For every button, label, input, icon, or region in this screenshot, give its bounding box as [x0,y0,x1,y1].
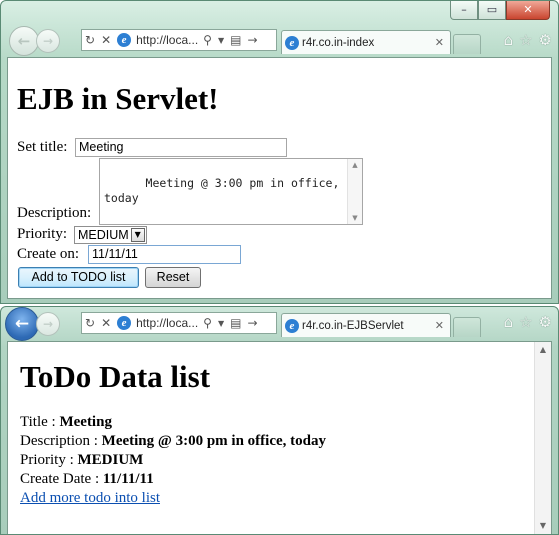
dropdown-icon[interactable]: ▼ [215,36,227,45]
close-icon[interactable]: ✕ [435,36,444,49]
refresh-icon[interactable]: ↻ [82,33,98,47]
scroll-up-icon[interactable]: ▲ [348,159,362,171]
create-date-input[interactable]: 11/11/11 [88,245,241,264]
tab-r4r-ejbservlet[interactable]: e r4r.co.in-EJBServlet ✕ [281,313,451,337]
browser-window-servlet: ← → ↻ ✕ e http://loca... ⚲ ▼ ▤ → e r4r.c… [0,306,559,535]
star-icon[interactable]: ☆ [519,313,532,331]
go-icon[interactable]: → [244,33,260,47]
gear-icon[interactable]: ⚙ [539,31,552,49]
new-tab-button[interactable] [453,317,481,337]
tab-title: r4r.co.in-index [302,36,375,49]
toolbar-icons: ⌂ ☆ ⚙ [504,313,552,331]
star-icon[interactable]: ☆ [519,31,532,49]
todo-priority-label: Priority : [20,452,78,468]
gear-icon[interactable]: ⚙ [539,313,552,331]
add-to-todo-button[interactable]: Add to TODO list [18,267,139,288]
todo-date-label: Create Date : [20,471,103,487]
compat-icon[interactable]: ▤ [227,33,244,47]
priority-select[interactable]: MEDIUM ▼ [74,226,147,244]
close-window-button[interactable]: ✕ [506,1,550,20]
todo-description-row: Description : Meeting @ 3:00 pm in offic… [20,432,326,451]
address-url[interactable]: http://loca... [134,33,200,47]
nav-buttons: ← → [9,26,60,56]
add-more-todo-link[interactable]: Add more todo into list [20,490,160,506]
description-textarea[interactable]: Meeting @ 3:00 pm in office, today ▲ ▼ [99,158,363,225]
page-title: EJB in Servlet! [17,81,219,116]
chevron-down-icon[interactable]: ▼ [130,228,145,242]
create-on-label: Create on: [17,246,80,262]
page-content-servlet: ToDo Data list Title : Meeting Descripti… [7,341,552,534]
address-bar[interactable]: ↻ ✕ e http://loca... ⚲ ▼ ▤ → [81,312,277,334]
forward-arrow-icon[interactable]: → [36,29,60,53]
set-title-label: Set title: [17,139,68,155]
go-icon[interactable]: → [244,316,260,330]
stop-icon[interactable]: ✕ [98,33,114,47]
textarea-scrollbar[interactable]: ▲ ▼ [347,159,362,224]
back-arrow-icon[interactable]: ← [5,307,39,341]
refresh-icon[interactable]: ↻ [82,316,98,330]
todo-description-value: Meeting @ 3:00 pm in office, today [101,433,326,449]
todo-priority-row: Priority : MEDIUM [20,451,143,470]
todo-title-label: Title : [20,414,60,430]
ie-icon: e [285,318,299,333]
stop-icon[interactable]: ✕ [98,316,114,330]
ie-icon: e [117,316,132,330]
title-input[interactable]: Meeting [75,138,287,157]
back-arrow-icon[interactable]: ← [9,26,39,56]
forward-arrow-icon[interactable]: → [36,312,60,336]
todo-priority-value: MEDIUM [77,452,144,468]
new-tab-button[interactable] [453,34,481,54]
priority-label: Priority: [17,226,68,242]
home-icon[interactable]: ⌂ [504,31,514,49]
scroll-up-icon[interactable]: ▲ [535,342,551,358]
scroll-down-icon[interactable]: ▼ [535,518,551,534]
toolbar-icons: ⌂ ☆ ⚙ [504,31,552,49]
page-content-index: EJB in Servlet! Set title: Meeting Meeti… [7,57,552,299]
close-icon[interactable]: ✕ [435,319,444,332]
minimize-button[interactable]: – [450,1,478,20]
home-icon[interactable]: ⌂ [504,313,514,331]
nav-buttons: ← → [5,307,60,341]
todo-description-label: Description : [20,433,102,449]
tab-title: r4r.co.in-EJBServlet [302,319,404,332]
add-more-row: Add more todo into list [20,489,160,508]
reset-button[interactable]: Reset [145,267,201,288]
dropdown-icon[interactable]: ▼ [215,319,227,328]
todo-title-row: Title : Meeting [20,413,112,432]
search-icon[interactable]: ⚲ [200,316,215,330]
ie-icon: e [285,35,299,50]
priority-selected-value: MEDIUM [78,228,129,242]
description-label: Description: [17,205,92,221]
address-url[interactable]: http://loca... [134,316,200,330]
description-text: Meeting @ 3:00 pm in office, today [104,176,340,205]
tab-r4r-index[interactable]: e r4r.co.in-index ✕ [281,30,451,54]
address-bar[interactable]: ↻ ✕ e http://loca... ⚲ ▼ ▤ → [81,29,277,51]
search-icon[interactable]: ⚲ [200,33,215,47]
window-caption-buttons: – ▭ ✕ [450,1,550,20]
page-scrollbar[interactable]: ▲ ▼ [534,342,551,534]
compat-icon[interactable]: ▤ [227,316,244,330]
ie-icon: e [117,33,132,47]
todo-date-value: 11/11/11 [102,471,154,487]
page-title: ToDo Data list [20,359,211,394]
maximize-button[interactable]: ▭ [478,1,506,20]
todo-title-value: Meeting [59,414,112,430]
scroll-down-icon[interactable]: ▼ [348,212,362,224]
todo-date-row: Create Date : 11/11/11 [20,470,154,489]
browser-window-index: – ▭ ✕ ← → ↻ ✕ e http://loca... ⚲ ▼ ▤ → e… [0,0,559,304]
